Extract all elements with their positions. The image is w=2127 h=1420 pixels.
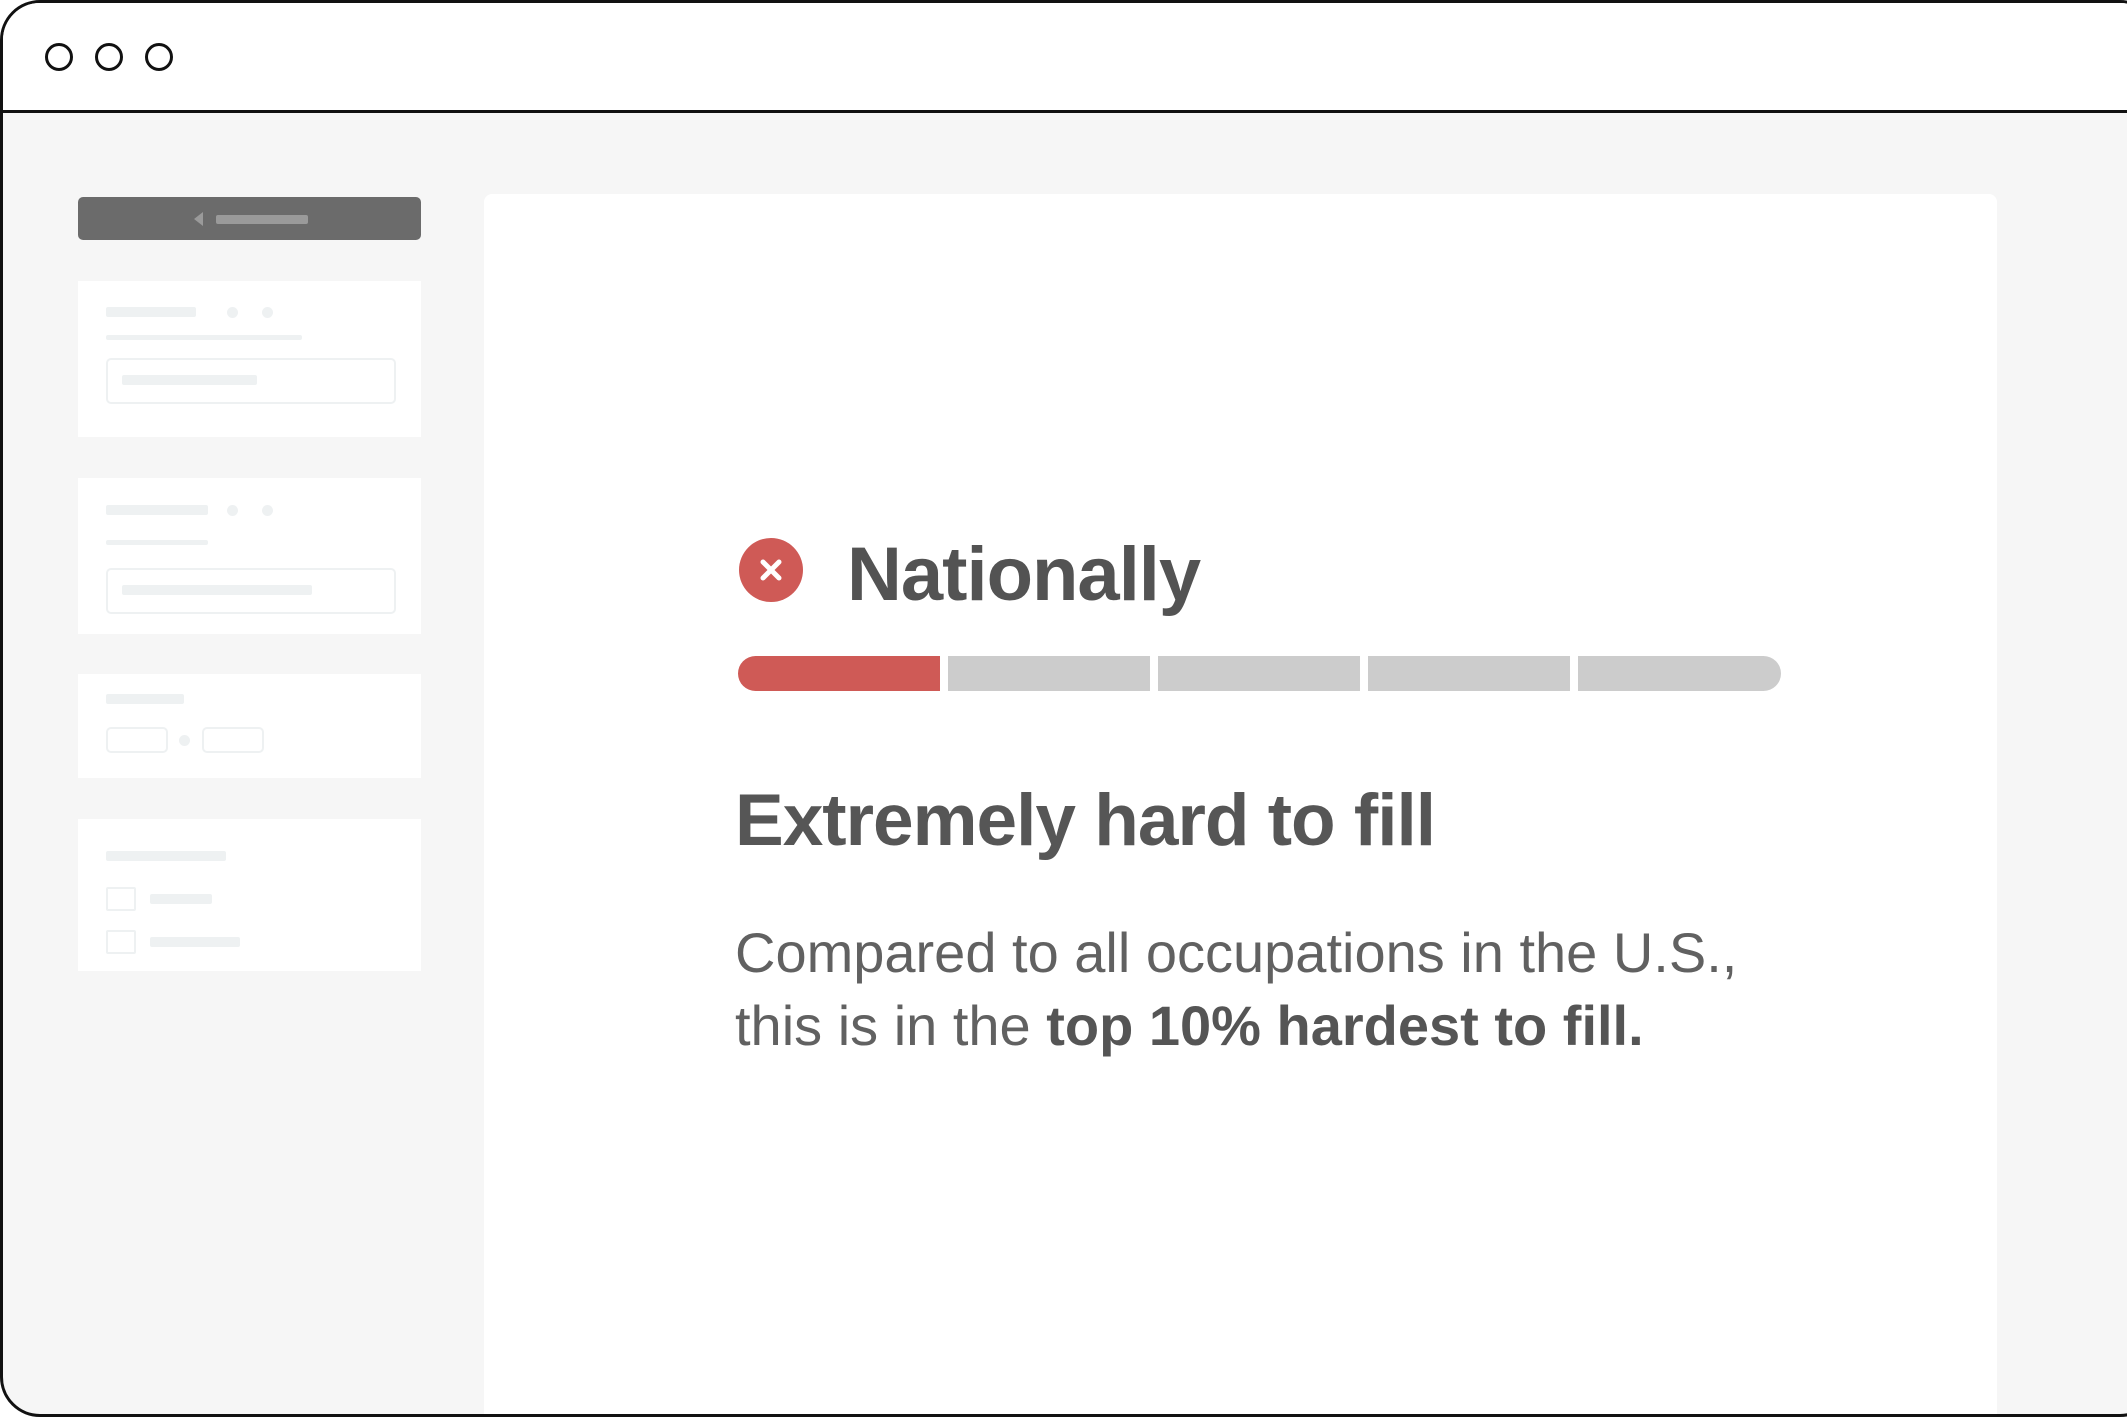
- filter-card-placeholder: [78, 281, 421, 437]
- input-placeholder[interactable]: [106, 727, 168, 753]
- filter-card-placeholder: [78, 674, 421, 778]
- title-bar: [3, 3, 2127, 113]
- back-button[interactable]: [78, 197, 421, 240]
- filter-card-placeholder: [78, 819, 421, 971]
- x-circle-icon: [739, 538, 803, 602]
- meter-segment: [1158, 656, 1360, 691]
- difficulty-meter: [738, 656, 1781, 691]
- difficulty-rating: Extremely hard to fill: [735, 780, 1436, 861]
- difficulty-description: Compared to all occupations in the U.S.,…: [735, 916, 1835, 1062]
- meter-segment: [948, 656, 1150, 691]
- region-title: Nationally: [847, 532, 1201, 617]
- checkbox-placeholder[interactable]: [106, 887, 136, 911]
- filter-card-placeholder: [78, 478, 421, 634]
- meter-segment: [1368, 656, 1570, 691]
- minimize-window-button[interactable]: [95, 43, 123, 71]
- close-window-button[interactable]: [45, 43, 73, 71]
- chevron-left-icon: [194, 212, 203, 226]
- meter-segment: [1578, 656, 1781, 691]
- checkbox-placeholder[interactable]: [106, 930, 136, 954]
- description-emphasis: top 10% hardest to fill.: [1046, 994, 1644, 1057]
- back-button-label-placeholder: [216, 215, 308, 224]
- input-placeholder[interactable]: [106, 358, 396, 404]
- meter-segment: [738, 656, 940, 691]
- browser-window: Nationally Extremely hard to fill Compar…: [0, 0, 2127, 1417]
- input-placeholder[interactable]: [202, 727, 264, 753]
- main-panel: Nationally Extremely hard to fill Compar…: [484, 194, 1997, 1414]
- maximize-window-button[interactable]: [145, 43, 173, 71]
- input-placeholder[interactable]: [106, 568, 396, 614]
